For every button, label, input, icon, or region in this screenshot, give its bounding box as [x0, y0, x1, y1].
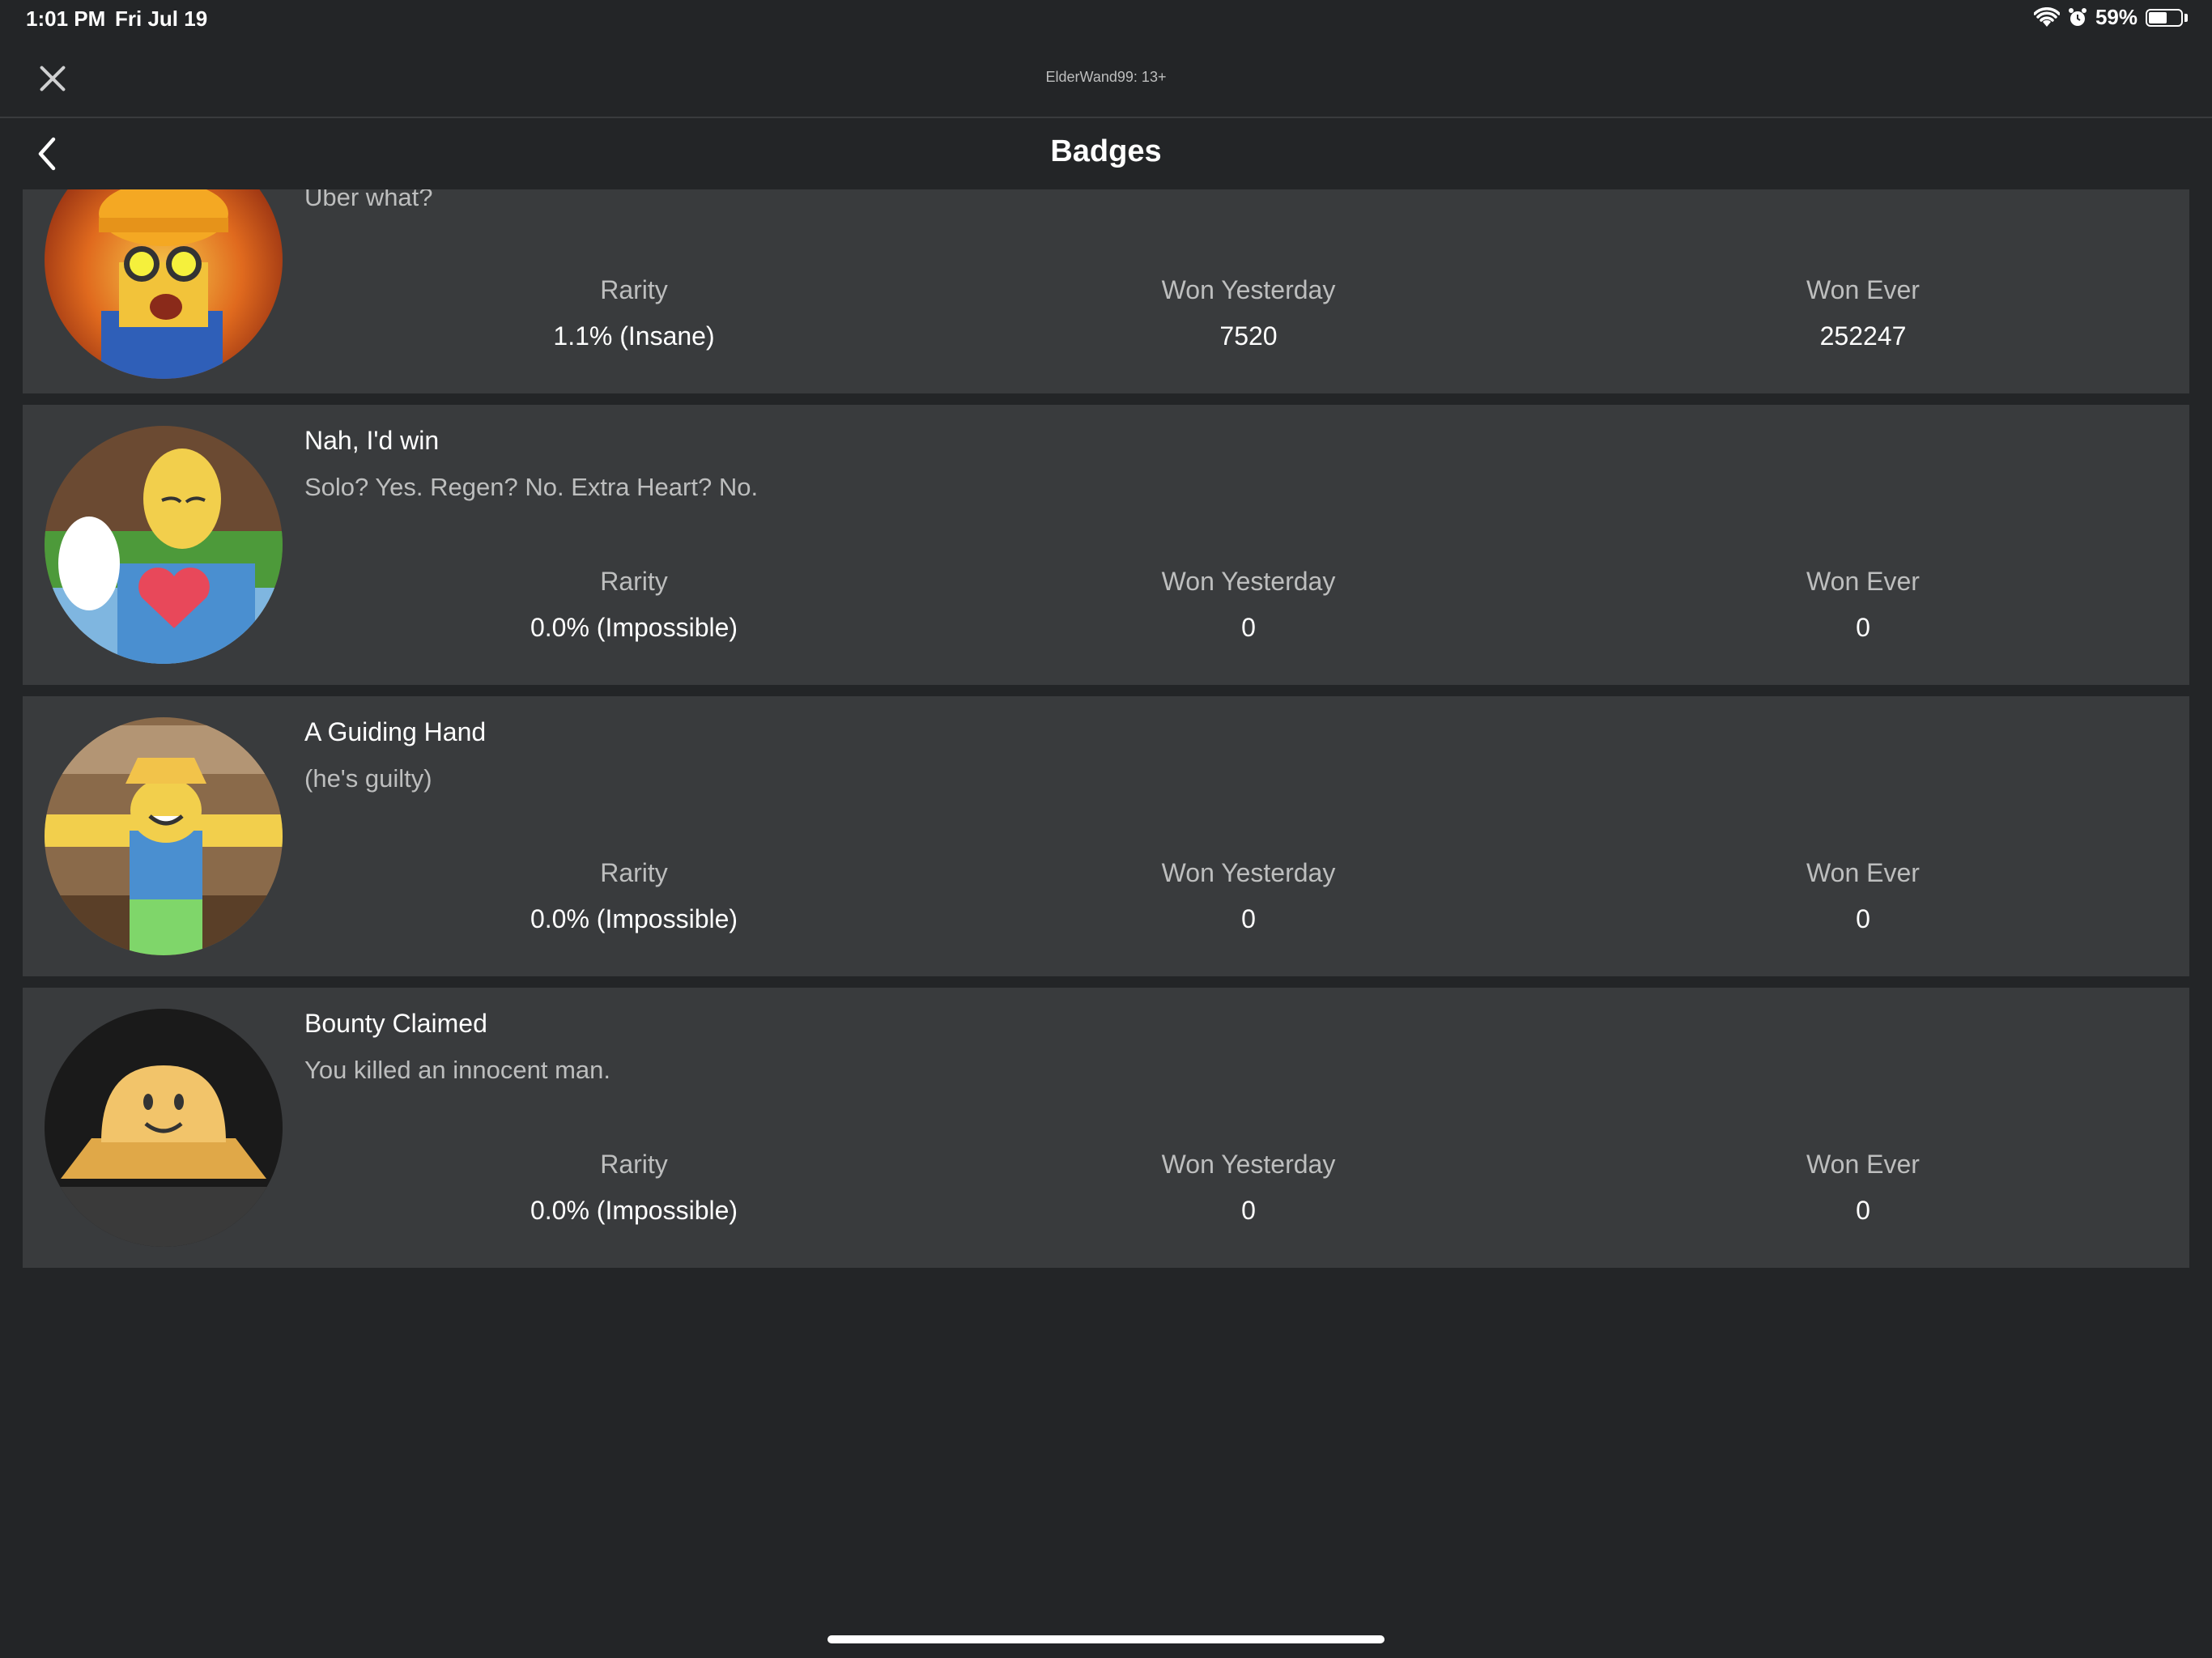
badge-description: You killed an innocent man.	[304, 1056, 611, 1084]
battery-icon	[2146, 8, 2183, 27]
rarity-label: Rarity	[600, 567, 668, 596]
rarity-label: Rarity	[600, 1150, 668, 1179]
badge-card[interactable]: Bounty Claimed You killed an innocent ma…	[23, 988, 2189, 1268]
battery-fill	[2149, 11, 2167, 23]
won-ever-value: 0	[1856, 1196, 1870, 1225]
won-ever-stat: Won Ever 0	[1661, 858, 2065, 934]
won-ever-value: 252247	[1819, 321, 1907, 351]
won-ever-stat: Won Ever 0	[1661, 567, 2065, 643]
badge-image-nah-id-win	[45, 426, 283, 664]
top-bar: ElderWand99: 13+	[0, 39, 2212, 118]
won-ever-label: Won Ever	[1806, 567, 1920, 596]
won-yesterday-label: Won Yesterday	[1161, 275, 1336, 304]
won-yesterday-stat: Won Yesterday 0	[1046, 858, 1451, 934]
rarity-stat: Rarity 1.1% (Insane)	[432, 275, 836, 351]
won-yesterday-label: Won Yesterday	[1161, 858, 1336, 887]
badge-name: Bounty Claimed	[304, 1009, 487, 1038]
battery-percentage: 59%	[2095, 5, 2138, 29]
badge-card[interactable]: Nah, I'd win Solo? Yes. Regen? No. Extra…	[23, 405, 2189, 685]
status-time: 1:01 PM	[26, 6, 106, 31]
battery-cap	[2184, 13, 2188, 22]
page-title: Badges	[1050, 134, 1162, 168]
won-yesterday-value: 0	[1241, 904, 1256, 933]
badge-description: Uber what?	[304, 189, 433, 211]
won-ever-value: 0	[1856, 613, 1870, 642]
title-bar: Badges	[0, 118, 2212, 189]
wifi-icon	[2033, 6, 2060, 27]
status-date: Fri Jul 19	[115, 6, 208, 31]
badge-image-bounty-claimed	[45, 1009, 283, 1247]
won-ever-stat: Won Ever 0	[1661, 1150, 2065, 1226]
won-yesterday-stat: Won Yesterday 0	[1046, 567, 1451, 643]
badge-image-guiding-hand	[45, 717, 283, 955]
won-ever-label: Won Ever	[1806, 275, 1920, 304]
won-ever-stat: Won Ever 252247	[1661, 275, 2065, 351]
rarity-label: Rarity	[600, 275, 668, 304]
alarm-icon	[2068, 7, 2087, 26]
rarity-label: Rarity	[600, 858, 668, 887]
status-bar: 1:01 PM Fri Jul 19 59%	[0, 0, 2212, 39]
won-yesterday-value: 0	[1241, 613, 1256, 642]
won-yesterday-stat: Won Yesterday 7520	[1046, 275, 1451, 351]
won-yesterday-value: 7520	[1219, 321, 1278, 351]
won-yesterday-label: Won Yesterday	[1161, 567, 1336, 596]
badge-description: Solo? Yes. Regen? No. Extra Heart? No.	[304, 473, 759, 501]
won-ever-value: 0	[1856, 904, 1870, 933]
badge-card[interactable]: Uber what? Rarity 1.1% (Insane) Won Yest…	[23, 189, 2189, 393]
badge-name: A Guiding Hand	[304, 717, 487, 746]
status-indicators: 59%	[2033, 5, 2188, 30]
badge-name: Nah, I'd win	[304, 426, 440, 455]
won-yesterday-value: 0	[1241, 1196, 1256, 1225]
won-yesterday-stat: Won Yesterday 0	[1046, 1150, 1451, 1226]
won-ever-label: Won Ever	[1806, 858, 1920, 887]
rarity-stat: Rarity 0.0% (Impossible)	[432, 1150, 836, 1226]
rarity-value: 1.1% (Insane)	[553, 321, 715, 351]
account-label: ElderWand99: 13+	[1045, 69, 1167, 85]
rarity-stat: Rarity 0.0% (Impossible)	[432, 567, 836, 643]
rarity-stat: Rarity 0.0% (Impossible)	[432, 858, 836, 934]
badge-description: (he's guilty)	[304, 764, 432, 793]
badge-card[interactable]: A Guiding Hand (he's guilty) Rarity 0.0%…	[23, 696, 2189, 976]
rarity-value: 0.0% (Impossible)	[530, 1196, 738, 1225]
rarity-value: 0.0% (Impossible)	[530, 613, 738, 642]
home-indicator[interactable]	[827, 1635, 1385, 1643]
won-ever-label: Won Ever	[1806, 1150, 1920, 1179]
badge-image-construction-worker	[45, 189, 283, 379]
won-yesterday-label: Won Yesterday	[1161, 1150, 1336, 1179]
rarity-value: 0.0% (Impossible)	[530, 904, 738, 933]
